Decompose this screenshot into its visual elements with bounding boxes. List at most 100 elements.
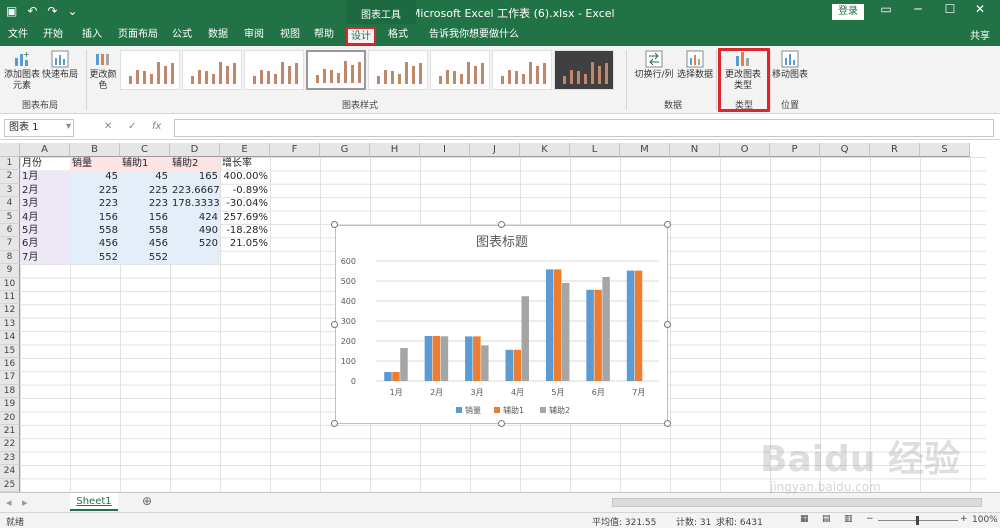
horizontal-scrollbar[interactable] [612, 498, 982, 507]
name-box[interactable]: 图表 1 [4, 119, 74, 137]
row-header-10[interactable]: 10 [0, 277, 20, 291]
enter-icon[interactable]: ✓ [128, 121, 136, 132]
chart-style-thumbnail[interactable] [306, 50, 366, 90]
switch-row-column-button[interactable]: 切换行/列 [634, 50, 674, 81]
tab-6[interactable]: 审阅 [240, 27, 268, 45]
chart-style-thumbnail[interactable] [120, 50, 180, 90]
row-header-19[interactable]: 19 [0, 398, 20, 412]
column-header-Q[interactable]: Q [820, 143, 870, 157]
sheet-tab-sheet1[interactable]: Sheet1 [70, 493, 118, 511]
cell[interactable]: 424 [170, 211, 220, 224]
resize-handle[interactable] [664, 221, 671, 228]
resize-handle[interactable] [331, 221, 338, 228]
column-header-F[interactable]: F [270, 143, 320, 157]
zoom-out-icon[interactable]: − [866, 514, 874, 524]
cell[interactable]: 45 [70, 170, 120, 183]
cell[interactable]: 5月 [20, 224, 70, 237]
page-layout-view-icon[interactable]: ▤ [822, 514, 831, 524]
change-colors-button[interactable]: 更改颜色 [88, 50, 118, 92]
cancel-icon[interactable]: ✕ [104, 121, 112, 132]
row-header-24[interactable]: 24 [0, 465, 20, 479]
row-header-2[interactable]: 2 [0, 170, 20, 184]
cell[interactable]: 156 [70, 211, 120, 224]
column-header-P[interactable]: P [770, 143, 820, 157]
cell[interactable]: 月份 [20, 157, 70, 170]
row-header-17[interactable]: 17 [0, 371, 20, 385]
column-header-O[interactable]: O [720, 143, 770, 157]
resize-handle[interactable] [331, 320, 338, 328]
add-chart-element-button[interactable]: + 添加图表元素 [4, 50, 40, 92]
scroll-right-icon[interactable]: ▸ [22, 496, 28, 509]
row-header-1[interactable]: 1 [0, 157, 20, 171]
tab-8[interactable]: 帮助 [310, 27, 338, 45]
row-header-16[interactable]: 16 [0, 358, 20, 372]
row-header-9[interactable]: 9 [0, 264, 20, 278]
cell[interactable]: 3月 [20, 197, 70, 210]
cell[interactable]: 销量 [70, 157, 120, 170]
column-header-B[interactable]: B [70, 143, 120, 157]
chart-style-thumbnail[interactable] [182, 50, 242, 90]
cell[interactable]: 223 [120, 197, 170, 210]
cell[interactable]: 4月 [20, 211, 70, 224]
cell[interactable]: 552 [70, 251, 120, 264]
tab-7[interactable]: 视图 [276, 27, 304, 45]
column-header-R[interactable]: R [870, 143, 920, 157]
tab-3[interactable]: 页面布局 [116, 27, 160, 45]
scroll-left-icon[interactable]: ◂ [6, 496, 12, 509]
maximize-icon[interactable]: ☐ [938, 2, 962, 16]
cell[interactable]: 400.00% [220, 170, 270, 183]
cell[interactable]: 165 [170, 170, 220, 183]
select-data-button[interactable]: 选择数据 [676, 50, 714, 81]
row-header-13[interactable]: 13 [0, 317, 20, 332]
chart-styles-gallery[interactable] [120, 50, 614, 94]
row-header-11[interactable]: 11 [0, 291, 20, 305]
cell[interactable]: 178.3333 [170, 197, 220, 210]
cell[interactable]: 辅助2 [170, 157, 220, 170]
cell[interactable]: 490 [170, 224, 220, 237]
chart-style-thumbnail[interactable] [244, 50, 304, 90]
cell[interactable]: 6月 [20, 237, 70, 250]
cell[interactable]: 7月 [20, 251, 70, 264]
tab-9[interactable]: 设计 [346, 27, 376, 45]
row-header-6[interactable]: 6 [0, 224, 20, 238]
resize-handle[interactable] [497, 420, 505, 427]
select-all-corner[interactable] [0, 143, 20, 157]
tab-4[interactable]: 公式 [168, 27, 196, 45]
column-header-A[interactable]: A [20, 143, 70, 157]
cell[interactable]: 257.69% [220, 211, 270, 224]
cell[interactable] [170, 251, 220, 264]
column-header-L[interactable]: L [570, 143, 620, 157]
cell[interactable]: 156 [120, 211, 170, 224]
chart-object[interactable]: 图表标题 0 100 200 300 400 500 600 1月 2月 3月 4月 5月 6月 7月 销量 辅… [335, 225, 668, 424]
cell[interactable]: 45 [120, 170, 170, 183]
cell[interactable]: 21.05% [220, 237, 270, 250]
name-box-dropdown-icon[interactable]: ▾ [66, 121, 71, 132]
row-header-14[interactable]: 14 [0, 331, 20, 345]
tab-2[interactable]: 插入 [76, 27, 108, 45]
formula-input[interactable] [174, 119, 994, 137]
cell[interactable]: 223 [70, 197, 120, 210]
row-header-15[interactable]: 15 [0, 344, 20, 358]
row-header-12[interactable]: 12 [0, 304, 20, 318]
column-header-S[interactable]: S [920, 143, 970, 157]
column-header-D[interactable]: D [170, 143, 220, 157]
cell[interactable]: 552 [120, 251, 170, 264]
chart-style-thumbnail[interactable] [430, 50, 490, 90]
cell[interactable]: 225 [70, 184, 120, 197]
cell[interactable]: 辅助1 [120, 157, 170, 170]
cell[interactable]: -0.89% [220, 184, 270, 197]
share-button[interactable]: 共享 [970, 27, 990, 42]
move-chart-button[interactable]: 移动图表 [772, 50, 808, 81]
cell[interactable]: -30.04% [220, 197, 270, 210]
cell[interactable]: 520 [170, 237, 220, 250]
quick-layout-button[interactable]: 快速布局 [42, 50, 78, 81]
tab-10[interactable]: 格式 [384, 27, 412, 45]
ribbon-display-icon[interactable]: ▭ [874, 2, 898, 16]
insert-function-icon[interactable]: fx [152, 121, 161, 132]
column-header-N[interactable]: N [670, 143, 720, 157]
cell[interactable]: 223.6667 [170, 184, 220, 197]
page-break-view-icon[interactable]: ▥ [844, 514, 853, 524]
column-header-K[interactable]: K [520, 143, 570, 157]
zoom-in-icon[interactable]: + [960, 514, 968, 524]
column-header-I[interactable]: I [420, 143, 470, 157]
